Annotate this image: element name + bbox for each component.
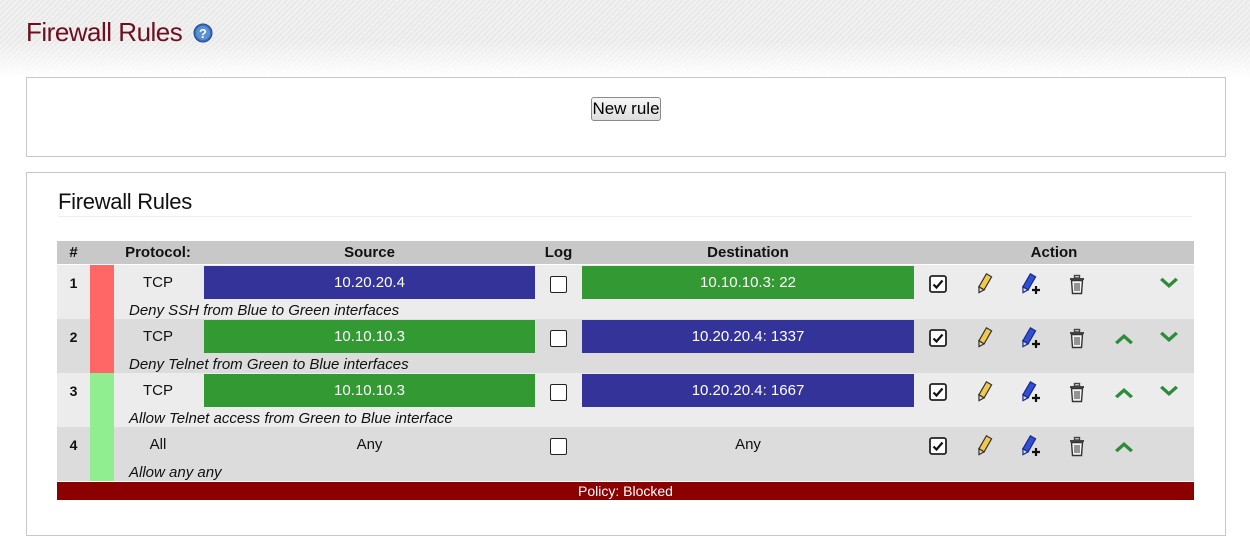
log-checkbox[interactable] <box>550 438 567 455</box>
help-icon[interactable]: ? <box>193 23 213 43</box>
enabled-checkbox-icon[interactable] <box>926 434 950 458</box>
pencil-copy-icon[interactable] <box>1018 326 1042 350</box>
rule-protocol: TCP <box>143 382 173 399</box>
rule-source: 10.10.10.3 <box>204 374 535 407</box>
table-row: 1 TCP 10.20.20.4 10.10.10.3: 22 Deny SSH fro… <box>57 265 1194 319</box>
arrow-down-icon[interactable] <box>1157 326 1181 350</box>
arrow-down-icon[interactable] <box>1157 380 1181 404</box>
rule-protocol: All <box>149 436 167 453</box>
header-destination: Destination <box>707 244 789 261</box>
rules-table: # Protocol: Source Log Destination Actio… <box>57 241 1194 501</box>
table-row: 3 TCP 10.10.10.3 10.20.20.4: 1667 Allow Teln… <box>57 373 1194 427</box>
arrow-up-icon[interactable] <box>1112 380 1136 404</box>
rule-remark: Allow Telnet access from Green to Blue i… <box>129 410 453 427</box>
trash-icon[interactable] <box>1065 434 1089 458</box>
header-fade <box>0 40 1250 78</box>
header-source: Source <box>344 244 395 261</box>
rule-number: 1 <box>69 275 78 291</box>
enabled-checkbox-icon[interactable] <box>926 272 950 296</box>
table-row: 4 All Any Any Allow any any <box>57 427 1194 481</box>
arrow-up-icon[interactable] <box>1112 434 1136 458</box>
section-title: Firewall Rules <box>58 189 192 214</box>
rule-remark: Deny SSH from Blue to Green interfaces <box>129 302 400 319</box>
header-num: # <box>69 244 78 261</box>
header-log: Log <box>544 244 573 261</box>
rule-destination: 10.20.20.4: 1337 <box>582 320 914 353</box>
pencil-edit-icon[interactable] <box>972 326 996 350</box>
pencil-copy-icon[interactable] <box>1018 272 1042 296</box>
rule-source: 10.10.10.3 <box>204 320 535 353</box>
header-action: Action <box>1030 244 1078 261</box>
table-row: 2 TCP 10.10.10.3 10.20.20.4: 1337 Deny Telne… <box>57 319 1194 373</box>
svg-text:?: ? <box>199 26 207 41</box>
log-checkbox[interactable] <box>550 276 567 293</box>
rule-status-indicator <box>90 373 114 427</box>
rule-protocol: TCP <box>143 328 173 345</box>
rule-number: 2 <box>69 329 78 345</box>
pencil-edit-icon[interactable] <box>972 434 996 458</box>
rule-source: Any <box>356 436 383 453</box>
section-divider <box>58 216 1192 217</box>
arrow-down-icon[interactable] <box>1157 272 1181 296</box>
rule-number: 3 <box>69 383 78 399</box>
rule-source: 10.20.20.4 <box>204 266 535 299</box>
rule-status-indicator <box>90 427 114 481</box>
rule-destination: Any <box>735 436 761 453</box>
enabled-checkbox-icon[interactable] <box>926 326 950 350</box>
rule-status-indicator <box>90 319 114 373</box>
log-checkbox[interactable] <box>550 330 567 347</box>
rule-remark: Deny Telnet from Green to Blue interface… <box>129 356 409 373</box>
enabled-checkbox-icon[interactable] <box>926 380 950 404</box>
trash-icon[interactable] <box>1065 380 1089 404</box>
rule-destination: 10.20.20.4: 1667 <box>582 374 914 407</box>
rule-remark: Allow any any <box>129 464 222 481</box>
table-header: # Protocol: Source Log Destination Actio… <box>57 241 1194 264</box>
trash-icon[interactable] <box>1065 272 1089 296</box>
pencil-edit-icon[interactable] <box>972 380 996 404</box>
policy-footer: Policy: Blocked <box>57 482 1194 500</box>
pencil-copy-icon[interactable] <box>1018 434 1042 458</box>
rule-protocol: TCP <box>143 274 173 291</box>
log-checkbox[interactable] <box>550 384 567 401</box>
rule-destination: 10.10.10.3: 22 <box>582 266 914 299</box>
new-rule-button[interactable]: New rule <box>591 97 661 121</box>
trash-icon[interactable] <box>1065 326 1089 350</box>
header-protocol: Protocol: <box>125 244 191 261</box>
arrow-up-icon[interactable] <box>1112 326 1136 350</box>
rule-number: 4 <box>69 437 78 453</box>
pencil-edit-icon[interactable] <box>972 272 996 296</box>
pencil-copy-icon[interactable] <box>1018 380 1042 404</box>
page-title: Firewall Rules <box>26 17 183 47</box>
rule-status-indicator <box>90 265 114 319</box>
